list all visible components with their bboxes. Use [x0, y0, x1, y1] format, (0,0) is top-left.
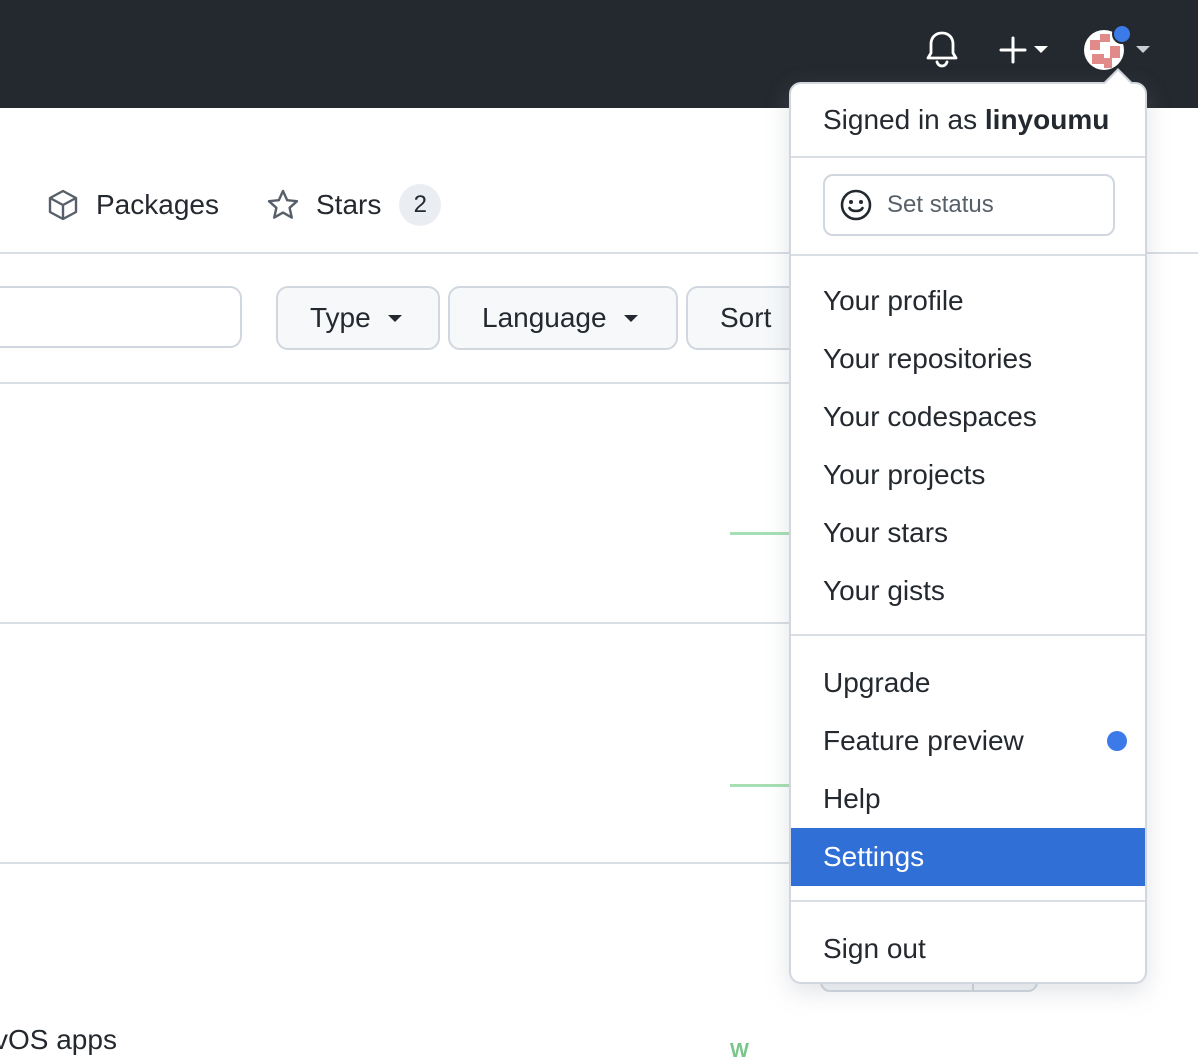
menu-item-settings[interactable]: Settings: [791, 828, 1145, 886]
chevron-down-icon: [1136, 46, 1150, 53]
menu-item-feature-preview[interactable]: Feature preview: [791, 712, 1145, 770]
user-dropdown-menu: Signed in as linyoumu Set status Your pr…: [789, 82, 1147, 984]
menu-divider: [791, 156, 1145, 158]
tab-label: Stars: [316, 189, 382, 220]
tab-label: Packages: [96, 189, 219, 220]
set-status-button[interactable]: Set status: [823, 174, 1115, 236]
activity-sparkline-label: W: [730, 1040, 749, 1062]
menu-divider: [791, 254, 1145, 256]
tab-stars[interactable]: Stars 2: [266, 180, 442, 230]
sort-filter-label: Sort: [720, 302, 772, 333]
language-filter-button[interactable]: Language: [448, 286, 678, 350]
repository-search-input[interactable]: [0, 286, 242, 348]
signed-in-prefix: Signed in as: [823, 104, 978, 135]
star-icon: [267, 189, 299, 219]
new-indicator-dot: [1107, 731, 1127, 751]
menu-divider: [791, 900, 1145, 902]
menu-item-your-repositories[interactable]: Your repositories: [791, 330, 1145, 388]
menu-item-your-profile[interactable]: Your profile: [791, 272, 1145, 330]
set-status-label: Set status: [887, 191, 994, 218]
signed-in-header: Signed in as linyoumu: [823, 104, 1109, 136]
list-divider: [0, 622, 800, 624]
username: linyoumu: [984, 104, 1110, 135]
type-filter-button[interactable]: Type: [276, 286, 440, 350]
menu-divider: [791, 634, 1145, 636]
menu-item-sign-out[interactable]: Sign out: [791, 920, 1145, 978]
list-divider: [0, 862, 800, 864]
package-icon: [48, 189, 78, 221]
type-filter-label: Type: [310, 302, 371, 333]
list-divider: [0, 382, 800, 384]
feature-preview-label: Feature preview: [823, 725, 1024, 756]
dropdown-caret-fill: [1104, 71, 1132, 85]
tab-packages[interactable]: Packages: [46, 180, 219, 230]
menu-item-upgrade[interactable]: Upgrade: [791, 654, 1145, 712]
menu-item-help[interactable]: Help: [791, 770, 1145, 828]
repo-description: vOS apps: [0, 1024, 117, 1055]
notification-dot: [1112, 24, 1132, 44]
bell-icon[interactable]: [922, 28, 962, 70]
user-menu-button[interactable]: [1082, 24, 1152, 74]
language-filter-label: Language: [482, 302, 607, 333]
menu-item-your-codespaces[interactable]: Your codespaces: [791, 388, 1145, 446]
chevron-down-icon: [387, 315, 402, 322]
stars-counter: 2: [399, 184, 442, 226]
menu-item-your-projects[interactable]: Your projects: [791, 446, 1145, 504]
menu-item-your-gists[interactable]: Your gists: [791, 562, 1145, 620]
plus-icon: [999, 36, 1027, 64]
menu-item-your-stars[interactable]: Your stars: [791, 504, 1145, 562]
smiley-icon: [840, 189, 872, 221]
chevron-down-icon: [623, 315, 638, 322]
chevron-down-icon: [1034, 46, 1048, 53]
create-new-button[interactable]: [996, 30, 1056, 70]
